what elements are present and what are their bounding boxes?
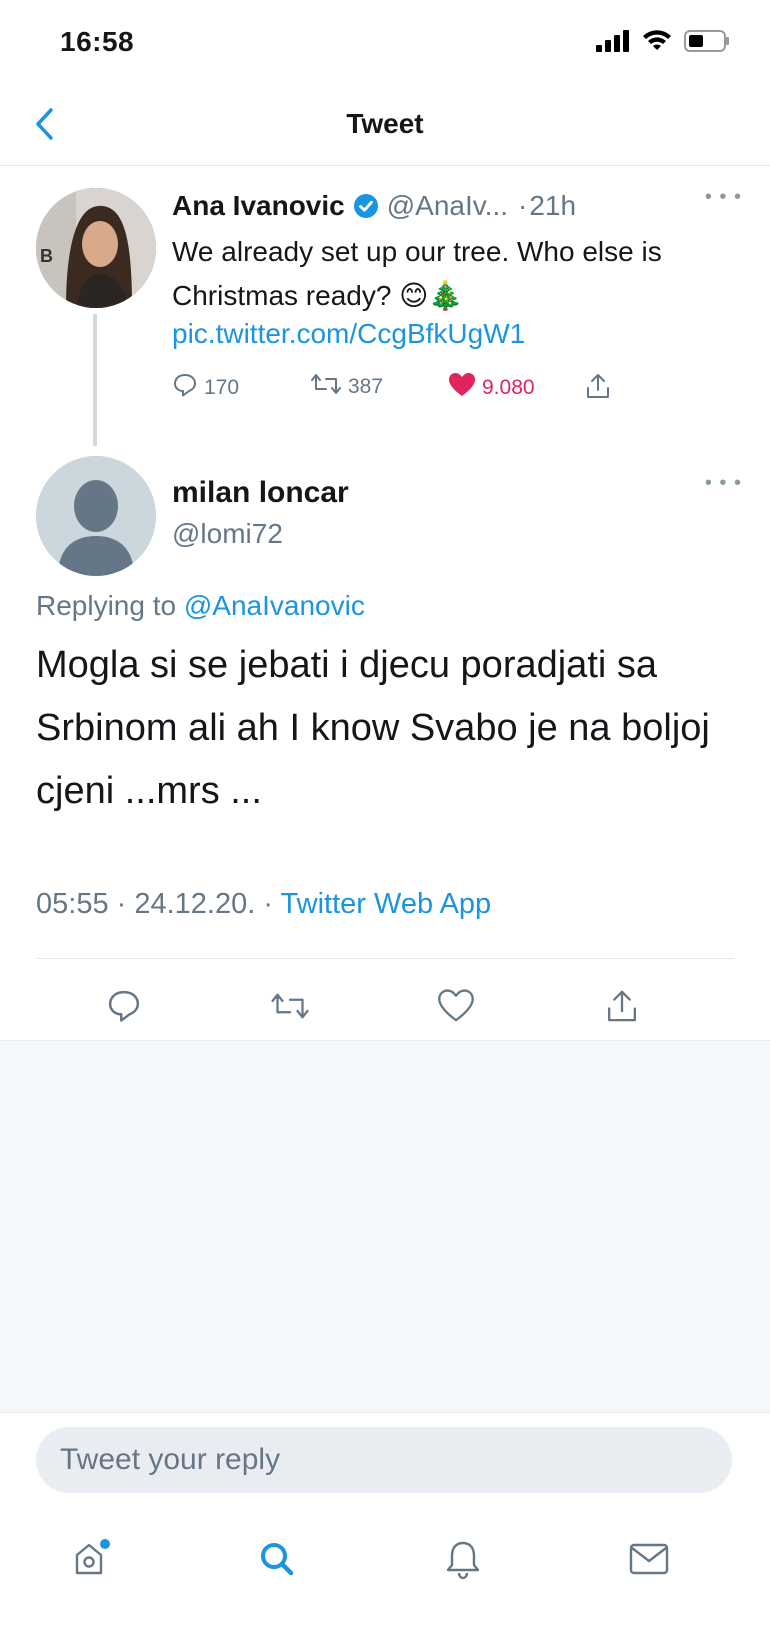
thread-line [93,314,97,446]
empty-replies-area [0,1040,770,1412]
tab-bar [0,1504,770,1628]
tab-messages[interactable] [614,1526,684,1596]
like-button[interactable] [426,980,486,1036]
status-time: 16:58 [60,26,135,57]
retweet-icon [270,991,310,1026]
heart-icon [438,988,474,1028]
retweet-count: 387 [348,375,384,398]
heart-filled-icon [448,372,476,404]
like-action[interactable]: 9.080 [448,372,535,404]
retweet-action[interactable]: 387 [310,372,383,402]
signal-icon [596,30,630,57]
nav-bar: Tweet [0,90,770,166]
share-button[interactable] [592,980,652,1036]
retweet-icon [310,372,342,402]
mention-link[interactable]: @AnaIvanovic [184,590,365,621]
share-action[interactable] [584,372,612,406]
tab-notifications[interactable] [428,1526,498,1596]
tweet-meta: 05:55 · 24.12.20. · Twitter Web App [36,888,491,921]
tab-search[interactable] [242,1526,312,1596]
compose-bar [0,1412,770,1504]
avatar[interactable]: B [36,188,156,308]
more-options-icon[interactable]: • • • [705,472,742,495]
reply-author-name[interactable]: milan loncar [172,476,349,510]
avatar-letter: B [40,246,53,266]
reply-author-handle: @lomi72 [172,518,283,549]
search-icon [257,1539,297,1584]
like-count: 9.080 [482,376,535,399]
tweet-actions: 170 387 9.080 [172,372,652,408]
comment-icon [106,988,142,1029]
author-name[interactable]: Ana Ivanovic [172,190,345,222]
retweet-button[interactable] [260,980,320,1036]
status-bar: 16:58 [0,0,770,90]
messages-icon [628,1541,670,1582]
divider [36,958,734,959]
more-options-icon[interactable]: • • • [705,186,742,209]
reply-input[interactable] [36,1427,732,1493]
original-tweet[interactable]: B Ana Ivanovic @AnaIv... · 21h • • • We … [0,166,770,456]
reply-button[interactable] [94,980,154,1036]
replying-prefix: Replying to [36,590,184,621]
battery-icon [684,30,730,57]
home-icon [69,1537,113,1586]
media-link[interactable]: pic.twitter.com/CcgBfkUgW1 [172,318,525,350]
notifications-icon [443,1538,483,1585]
reply-tweet-actions [0,968,770,1048]
app-frame: 16:58 Tweet B Ana Ivanovic @AnaIv... · 2… [0,0,770,1628]
timestamp: 05:55 · 24.12.20. · [36,888,281,920]
default-avatar[interactable] [36,456,156,576]
share-icon [604,988,640,1029]
status-icons [596,30,730,57]
verified-badge-icon [353,193,379,219]
reply-count: 170 [204,376,240,399]
tab-home[interactable] [56,1526,126,1596]
replying-to: Replying to @AnaIvanovic [36,590,365,622]
reply-text: Mogla si se jebati i djecu poradjati sa … [36,644,710,812]
author-handle: @AnaIv... [386,190,509,221]
comment-icon [172,372,198,404]
page-title: Tweet [346,108,424,139]
source-link[interactable]: Twitter Web App [281,888,492,920]
separator: · [518,190,528,221]
tweet-text: We already set up our tree. Who else is … [172,236,662,311]
share-icon [584,372,612,406]
tweet-time: 21h [529,190,577,221]
wifi-icon [642,30,672,57]
tweet-header: Ana Ivanovic @AnaIv... · 21h [172,184,740,228]
reply-action[interactable]: 170 [172,372,239,404]
